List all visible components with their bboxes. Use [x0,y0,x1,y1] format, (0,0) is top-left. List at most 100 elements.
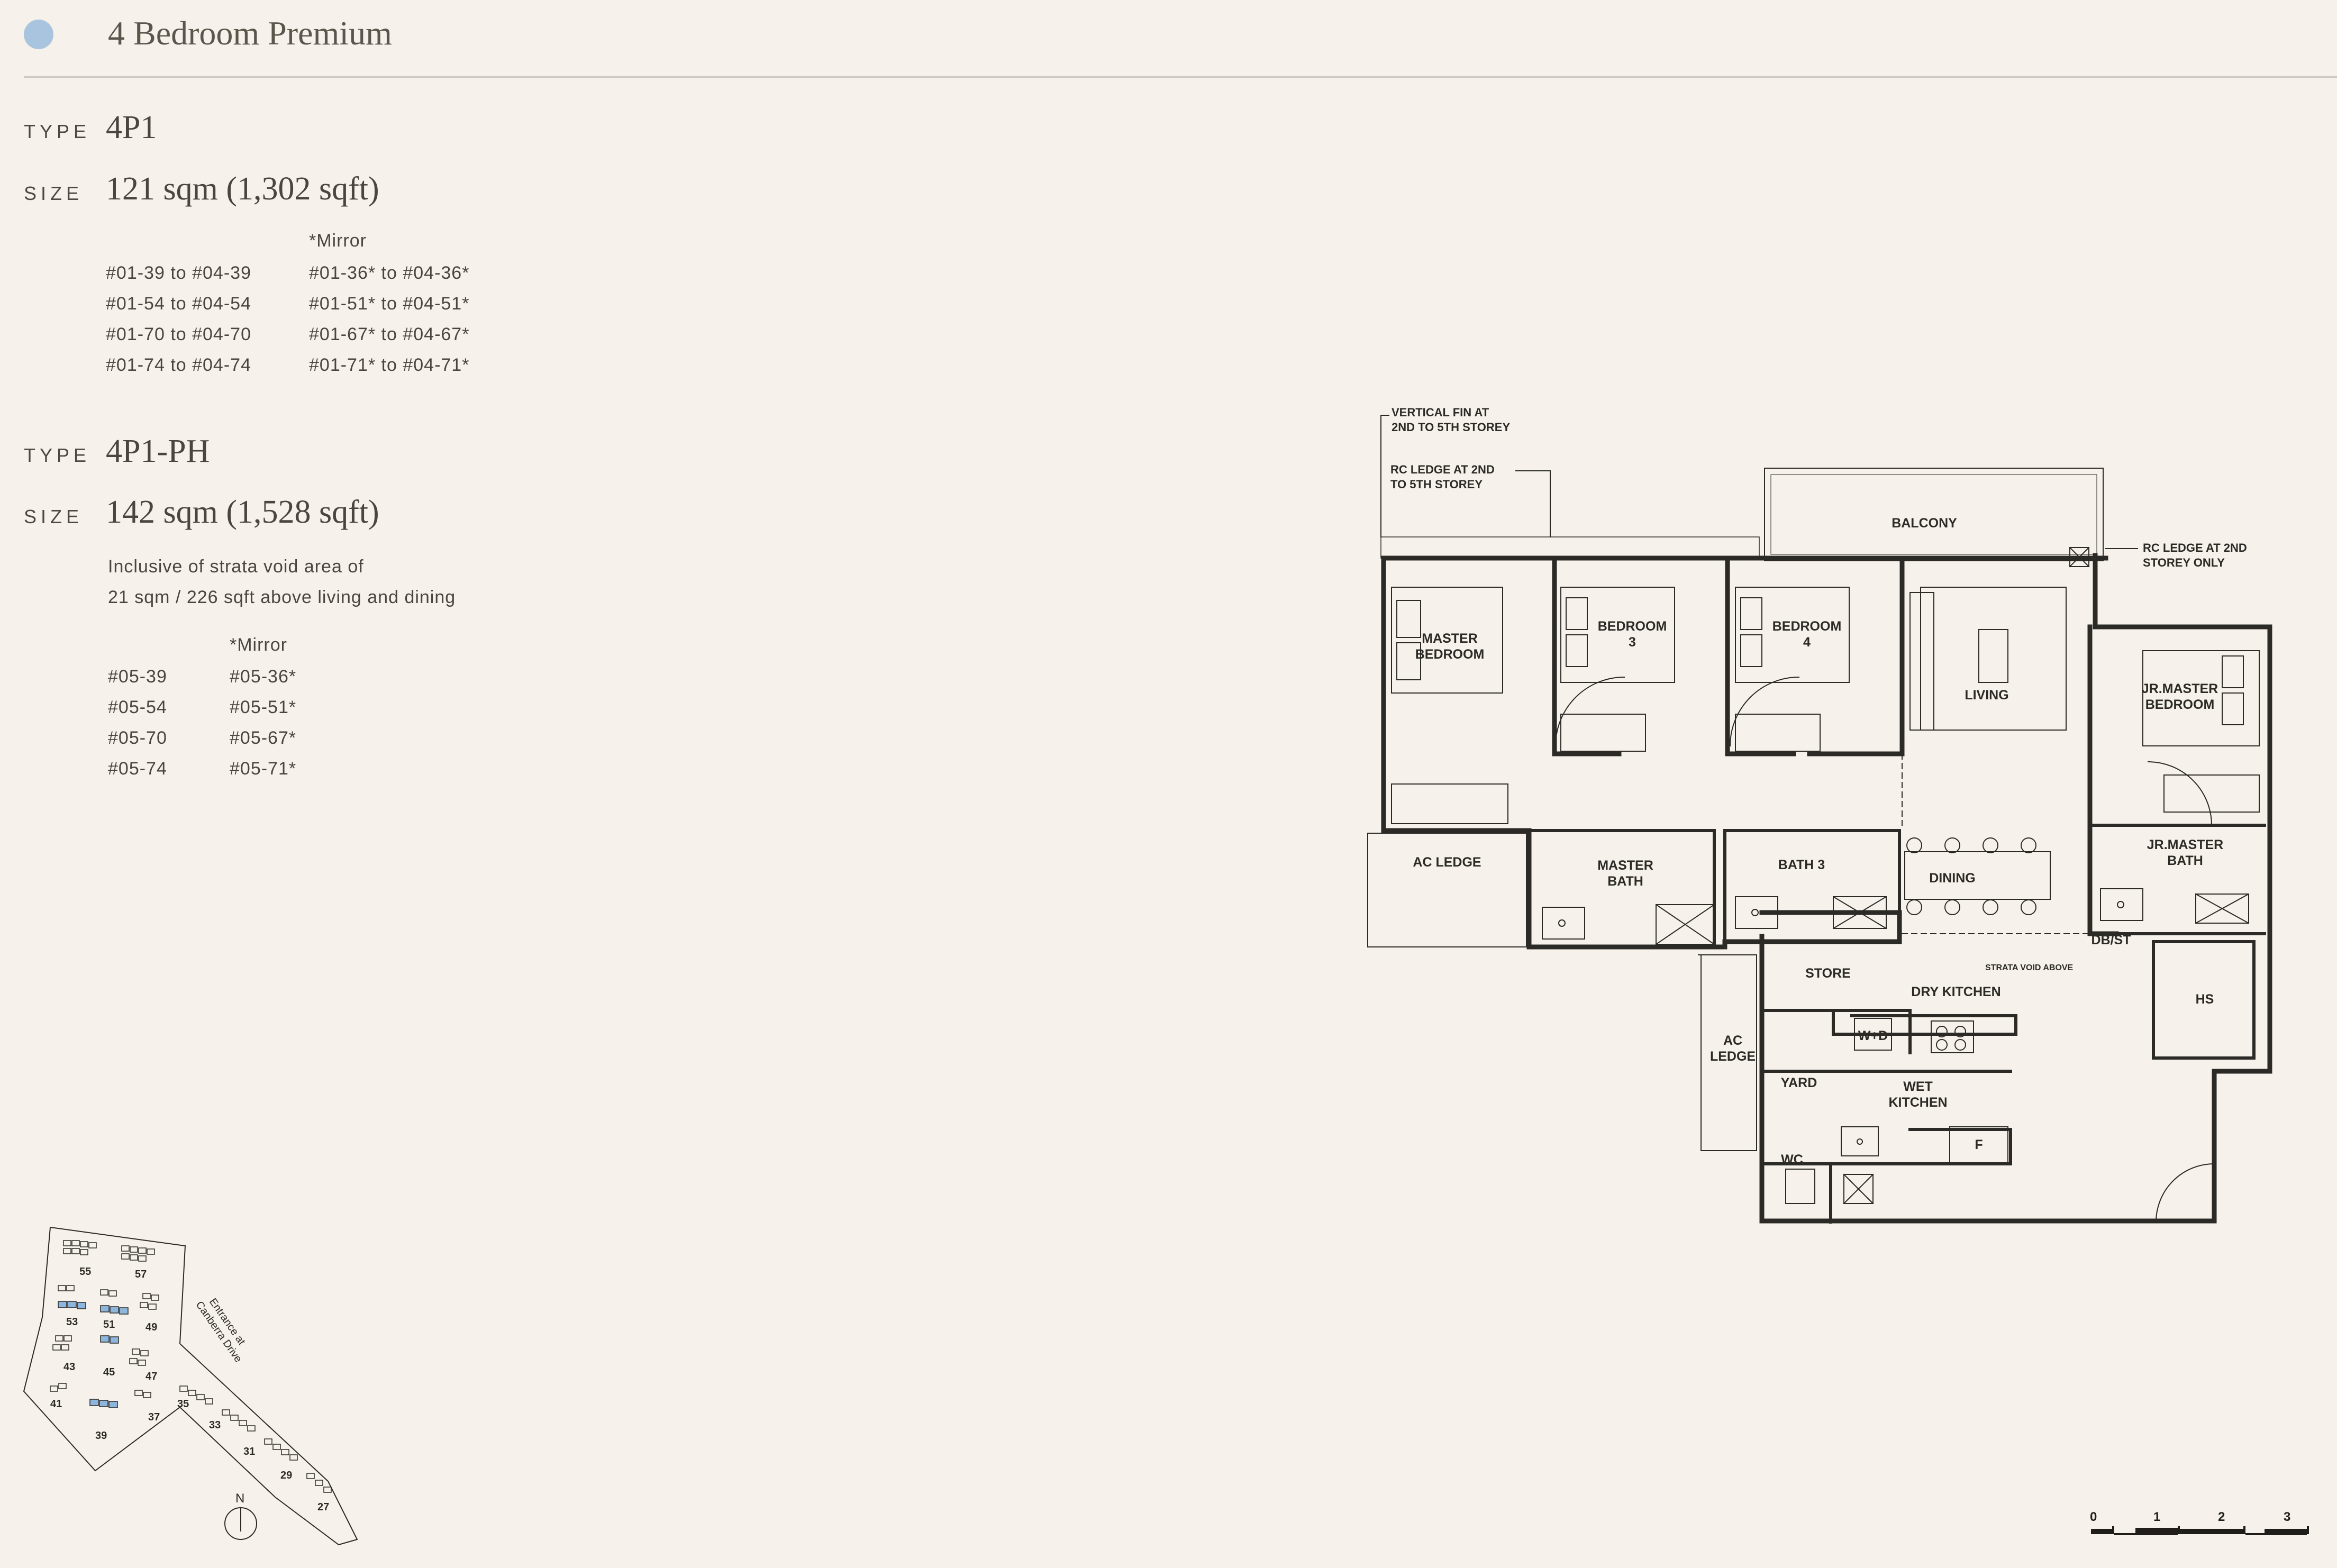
block-55: 55 [79,1266,91,1278]
block-47: 47 [146,1371,157,1382]
strata-note-line2: 21 sqm / 226 sqft above living and dinin… [108,587,456,607]
room-bedroom3-2: 3 [1629,635,1636,650]
scale-tick-2: 2 [2218,1510,2225,1524]
room-jr-master-bath-1: JR.MASTER [2147,837,2223,852]
block-27: 27 [317,1501,329,1513]
mirror-heading: *Mirror [230,635,287,655]
room-hs: HS [2196,992,2214,1007]
room-master-bath-1: MASTER [1597,858,1653,873]
unit-list: #05-39 #05-54 #05-70 #05-74 [108,661,167,784]
block-33: 33 [209,1419,221,1431]
room-jr-master-bedroom-2: BEDROOM [2145,697,2215,712]
mirror-unit-number: #05-67* [230,728,297,748]
room-balcony: BALCONY [1892,516,1957,531]
unit-range: #01-54 to #04-54 [106,294,251,314]
block-45: 45 [103,1366,115,1378]
size-value: 142 sqm (1,528 sqft) [106,494,379,530]
floor-plan: VERTICAL FIN AT 2ND TO 5TH STOREY RC LED… [1367,406,2272,1224]
type-value: 4P1-PH [106,433,210,469]
size-value: 121 sqm (1,302 sqft) [106,171,379,207]
dining-table [1904,851,2051,900]
unit-range: #01-70 to #04-70 [106,324,251,344]
unit-list: #01-39 to #04-39 #01-54 to #04-54 #01-70… [106,258,251,380]
callout-vertical-fin-2: 2ND TO 5TH STOREY [1392,421,1510,434]
unit-number: #05-70 [108,728,167,748]
block-29: 29 [280,1470,292,1481]
mirror-unit-range: #01-67* to #04-67* [309,324,470,344]
room-bedroom3-1: BEDROOM [1598,619,1667,634]
room-ac-ledge-2-1: AC [1723,1033,1742,1048]
room-master-bath-2: BATH [1607,874,1643,889]
room-bedroom4-2: 4 [1803,635,1811,650]
unit-number: #05-54 [108,697,167,717]
room-ac-ledge-2-2: LEDGE [1710,1049,1756,1064]
callout-rc-ledge-right-2: STOREY ONLY [2143,556,2225,569]
type-label: TYPE [24,121,91,142]
scale-bar: 0 1 2 3 [2090,1510,2309,1535]
unit-number: #05-39 [108,667,167,687]
callout-rc-ledge-2: TO 5TH STOREY [1390,478,1483,491]
callout-vertical-fin-1: VERTICAL FIN AT [1392,406,1489,419]
block-53: 53 [66,1316,78,1328]
mirror-unit-list: #05-36* #05-51* #05-67* #05-71* [230,661,296,784]
page-title: 4 Bedroom Premium [108,14,392,52]
header-divider [24,76,2337,78]
room-yard: YARD [1781,1075,1817,1090]
scale-tick-0: 0 [2090,1510,2097,1524]
site-boundary [23,1226,358,1546]
block-35: 35 [177,1398,189,1410]
room-wd: W+D [1858,1028,1888,1043]
scale-tick-3: 3 [2284,1510,2290,1524]
room-wet-kitchen-2: KITCHEN [1888,1095,1947,1110]
room-ac-ledge: AC LEDGE [1413,855,1481,870]
room-bedroom4-1: BEDROOM [1772,619,1842,634]
room-master-bedroom-2: BEDROOM [1415,647,1485,662]
mirror-heading: *Mirror [309,231,367,251]
block-43: 43 [63,1361,75,1373]
mirror-unit-number: #05-51* [230,697,297,717]
callout-rc-ledge-1: RC LEDGE AT 2ND [1390,463,1495,476]
strata-void-label: STRATA VOID ABOVE [1985,963,2074,972]
block-49: 49 [146,1321,157,1333]
mirror-unit-range: #01-51* to #04-51* [309,294,470,314]
scale-tick-1: 1 [2153,1510,2160,1524]
mirror-unit-range: #01-36* to #04-36* [309,263,470,283]
room-dining: DINING [1929,871,1976,886]
room-jr-master-bath-2: BATH [2167,853,2203,868]
block-41: 41 [50,1398,62,1410]
size-label: SIZE [24,183,84,204]
size-label: SIZE [24,506,84,527]
room-jr-master-bedroom-1: JR.MASTER [2142,681,2218,696]
type-value: 4P1 [106,110,157,145]
mirror-unit-number: #05-71* [230,759,297,779]
room-db-st: DB/ST [2092,933,2131,947]
block-51: 51 [103,1319,115,1330]
site-plan: 55 57 53 51 49 43 45 47 41 39 37 35 33 3… [23,1226,358,1546]
room-dry-kitchen: DRY KITCHEN [1911,984,2000,999]
balcony-outline [1764,468,2104,561]
type-label: TYPE [24,444,91,466]
site-building-blocks [50,1240,332,1493]
block-31: 31 [243,1446,255,1457]
living-sofa-area [1920,587,2067,731]
room-living: LIVING [1965,688,2008,703]
room-wet-kitchen-1: WET [1903,1079,1933,1094]
block-39: 39 [95,1430,107,1442]
callout-rc-ledge-right-1: RC LEDGE AT 2ND [2143,541,2247,554]
fin-leader [1380,415,1389,537]
mirror-unit-list: #01-36* to #04-36* #01-51* to #04-51* #0… [309,258,469,380]
block-37: 37 [148,1411,160,1423]
mirror-unit-range: #01-71* to #04-71* [309,355,470,375]
ac-ledge-outline [1367,833,1527,947]
room-bath3: BATH 3 [1778,858,1825,872]
unit-range: #01-74 to #04-74 [106,355,251,375]
strata-note-line1: Inclusive of strata void area of [108,557,364,577]
room-fridge: F [1975,1137,1983,1152]
room-master-bedroom-1: MASTER [1422,631,1478,646]
mirror-unit-number: #05-36* [230,667,297,687]
unit-number: #05-74 [108,759,167,779]
unit-range: #01-39 to #04-39 [106,263,251,283]
unit-category-dot [24,20,53,49]
room-wc: WC [1781,1152,1803,1167]
block-57: 57 [135,1269,147,1280]
